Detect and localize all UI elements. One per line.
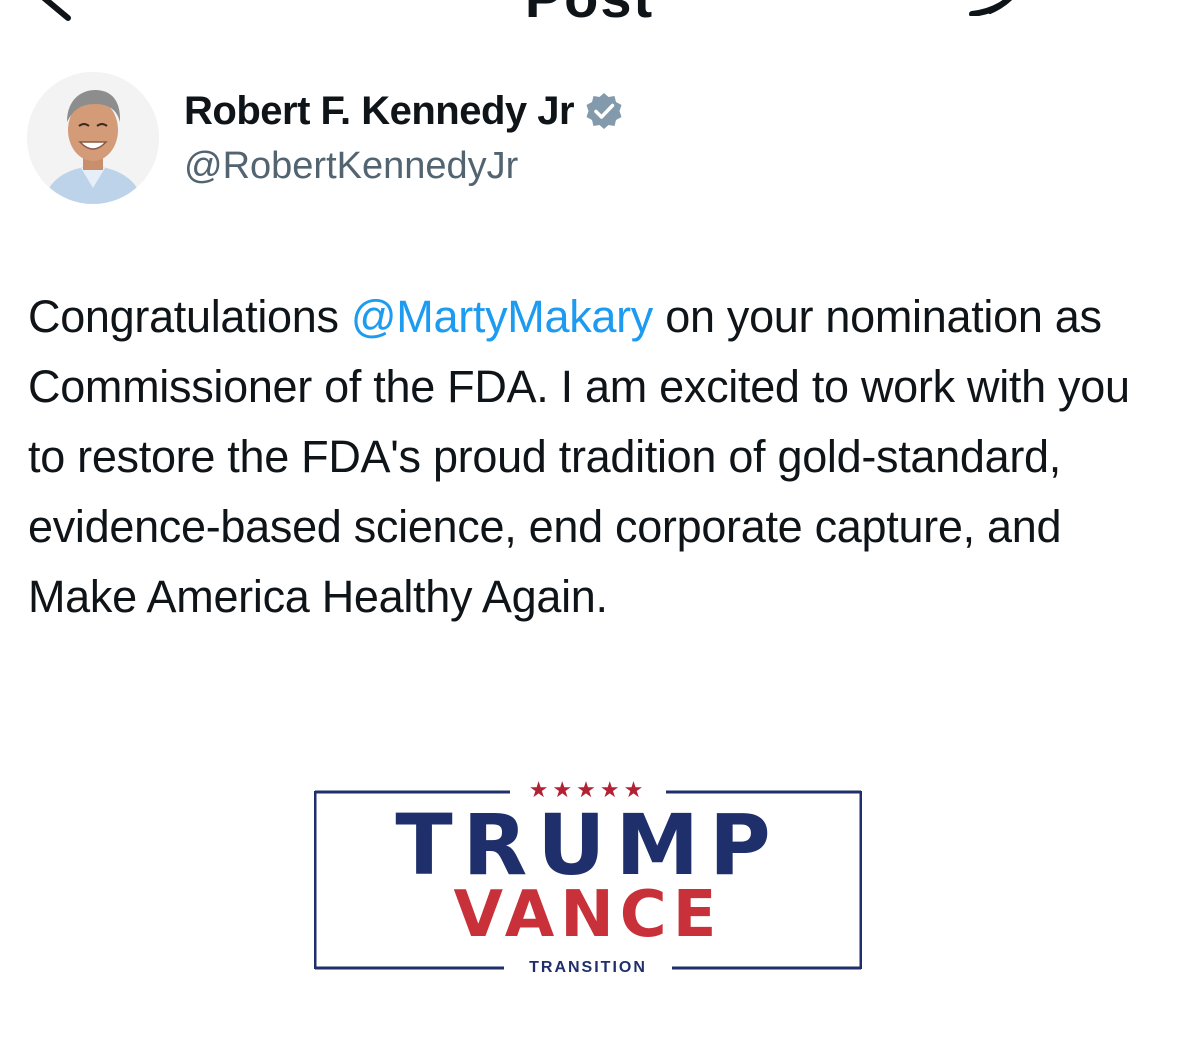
logo-transition-text: TRANSITION (529, 959, 647, 976)
top-header: Post (0, 0, 1179, 36)
grok-icon (969, 0, 1012, 17)
logo-vance-text: VANCE (453, 878, 723, 952)
author-name[interactable]: Robert F. Kennedy Jr (184, 86, 575, 136)
verified-badge-icon (586, 93, 622, 129)
avatar-photo (27, 72, 159, 204)
mention-link[interactable]: @MartyMakary (351, 291, 653, 342)
author-name-row: Robert F. Kennedy Jr (184, 86, 624, 136)
tweet-text: Congratulations @MartyMakary on your nom… (28, 282, 1168, 632)
grok-button[interactable] (960, 0, 1030, 17)
tweet-text-start: Congratulations (28, 291, 351, 342)
tweet-media-image[interactable]: ★★★★★ TRUMP VANCE TRANSITION (314, 777, 862, 976)
author-handle[interactable]: @RobertKennedyJr (184, 142, 518, 190)
avatar[interactable] (27, 72, 159, 204)
logo-trump-text: TRUMP (395, 796, 781, 894)
